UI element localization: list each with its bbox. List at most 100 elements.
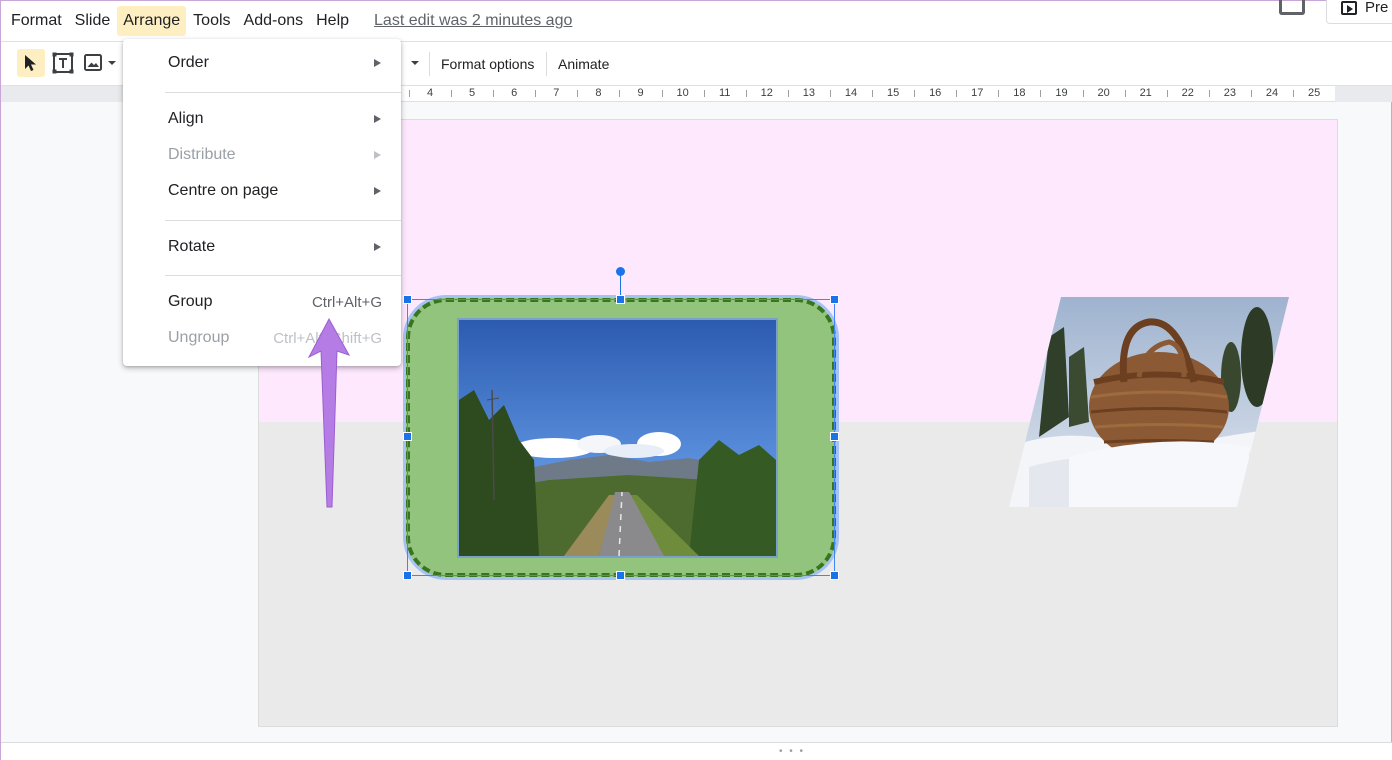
menu-item-label: Rotate — [168, 238, 216, 255]
horizontal-ruler[interactable]: 4 5 6 7 8 9 10 11 12 13 14 15 16 17 18 19 20 21 22 23 24 25 — [401, 86, 1337, 102]
text-box-icon — [52, 52, 74, 74]
ruler-tick — [1166, 90, 1168, 97]
menu-format[interactable]: Format — [5, 6, 68, 36]
ruler-tick — [535, 90, 537, 97]
insert-image-button[interactable] — [81, 49, 121, 77]
format-options-button[interactable]: Format options — [441, 55, 534, 73]
resize-handle-w[interactable] — [403, 432, 412, 441]
ruler-number: 16 — [929, 87, 942, 99]
menu-tools[interactable]: Tools — [187, 6, 236, 36]
menu-item-ungroup: Ungroup Ctrl+Alt+Shift+G — [123, 320, 401, 356]
resize-handle-nw[interactable] — [403, 295, 412, 304]
ruler-number: 4 — [426, 87, 434, 99]
submenu-arrow-icon — [374, 115, 381, 123]
present-label: Pre — [1365, 0, 1389, 16]
ruler-tick — [872, 90, 874, 97]
ruler-number: 9 — [637, 87, 644, 99]
ruler-tick — [829, 90, 831, 97]
chevron-down-icon — [411, 61, 419, 65]
ruler-tick — [451, 90, 453, 97]
ruler-tick — [1124, 90, 1126, 97]
toolbar-dropdown-button[interactable] — [405, 49, 425, 77]
menu-item-label: Centre on page — [168, 182, 279, 199]
present-button[interactable]: Pre — [1326, 0, 1392, 24]
menu-item-group[interactable]: Group Ctrl+Alt+G — [123, 284, 401, 320]
toolbar-separator — [429, 52, 430, 76]
animate-button[interactable]: Animate — [558, 55, 609, 73]
menu-divider — [165, 275, 401, 276]
resize-handle-ne[interactable] — [830, 295, 839, 304]
ruler-number: 24 — [1265, 87, 1279, 99]
ruler-number: 14 — [844, 87, 858, 99]
ruler-tick — [408, 90, 410, 97]
basket-in-snow-image — [1009, 297, 1289, 507]
ruler-number: 7 — [553, 87, 560, 99]
ruler-number: 20 — [1097, 87, 1110, 99]
ruler-tick — [998, 90, 1000, 97]
ruler-number: 15 — [886, 87, 900, 99]
ruler-tick — [956, 90, 958, 97]
ruler-tick — [1208, 90, 1210, 97]
menu-item-centre-on-page[interactable]: Centre on page — [123, 173, 401, 209]
menu-arrange[interactable]: Arrange — [117, 6, 187, 36]
resize-grip-icon[interactable]: • • • — [779, 746, 805, 757]
speaker-notes-bar: • • • — [1, 742, 1392, 760]
menu-item-distribute: Distribute — [123, 137, 401, 173]
ruler-number: 10 — [676, 87, 689, 99]
ruler-tick — [577, 90, 579, 97]
resize-handle-n[interactable] — [616, 295, 625, 304]
ruler-tick — [619, 90, 621, 97]
ruler-number: 5 — [469, 87, 476, 99]
ruler-tick — [1082, 90, 1084, 97]
ruler-number: 17 — [971, 87, 984, 99]
menubar: Format Slide Arrange Tools Add-ons Help … — [1, 1, 1392, 42]
selection-box — [407, 299, 835, 576]
ruler-tick — [1250, 90, 1252, 97]
ruler-number: 13 — [802, 87, 816, 99]
ruler-tick — [787, 90, 789, 97]
menu-item-align[interactable]: Align — [123, 101, 401, 137]
ruler-margin-right — [1335, 86, 1392, 102]
ruler-tick — [914, 90, 916, 97]
menu-divider — [165, 92, 401, 93]
ruler-tick — [745, 90, 747, 97]
submenu-arrow-icon — [374, 243, 381, 251]
resize-handle-s[interactable] — [616, 571, 625, 580]
rotate-handle[interactable] — [616, 267, 625, 276]
submenu-arrow-icon — [374, 187, 381, 195]
menu-item-order[interactable]: Order — [123, 45, 401, 81]
menu-help[interactable]: Help — [310, 6, 355, 36]
ruler-number: 23 — [1223, 87, 1237, 99]
menu-item-label: Group — [168, 293, 213, 310]
menu-item-shortcut: Ctrl+Alt+G — [311, 293, 382, 311]
arrange-menu: Order Align Distribute Centre on page Ro… — [123, 39, 401, 366]
ruler-number: 12 — [760, 87, 773, 99]
select-tool-button[interactable] — [17, 49, 45, 77]
ruler-number: 6 — [511, 87, 518, 99]
menu-slide[interactable]: Slide — [69, 6, 117, 36]
toolbar-separator — [546, 52, 547, 76]
ruler-tick — [493, 90, 495, 97]
ruler-number: 11 — [718, 87, 731, 99]
image-icon — [84, 54, 116, 71]
text-box-button[interactable] — [49, 49, 77, 77]
ruler-number: 25 — [1307, 87, 1321, 99]
ruler-number: 18 — [1013, 87, 1026, 99]
last-edit-link[interactable]: Last edit was 2 minutes ago — [374, 12, 572, 30]
comments-icon[interactable] — [1279, 0, 1305, 15]
ruler-number: 22 — [1181, 87, 1194, 99]
submenu-arrow-icon — [374, 151, 381, 159]
resize-handle-se[interactable] — [830, 571, 839, 580]
menu-item-label: Align — [168, 110, 204, 127]
menu-item-label: Order — [168, 54, 209, 71]
ruler-tick — [1040, 90, 1042, 97]
resize-handle-sw[interactable] — [403, 571, 412, 580]
menu-add-ons[interactable]: Add-ons — [238, 6, 310, 36]
ruler-tick — [703, 90, 705, 97]
menu-item-label: Distribute — [168, 146, 236, 163]
basket-photo[interactable] — [1009, 297, 1289, 507]
cursor-arrow-icon — [25, 55, 36, 71]
menu-item-rotate[interactable]: Rotate — [123, 229, 401, 265]
ruler-tick — [661, 90, 663, 97]
resize-handle-e[interactable] — [830, 432, 839, 441]
